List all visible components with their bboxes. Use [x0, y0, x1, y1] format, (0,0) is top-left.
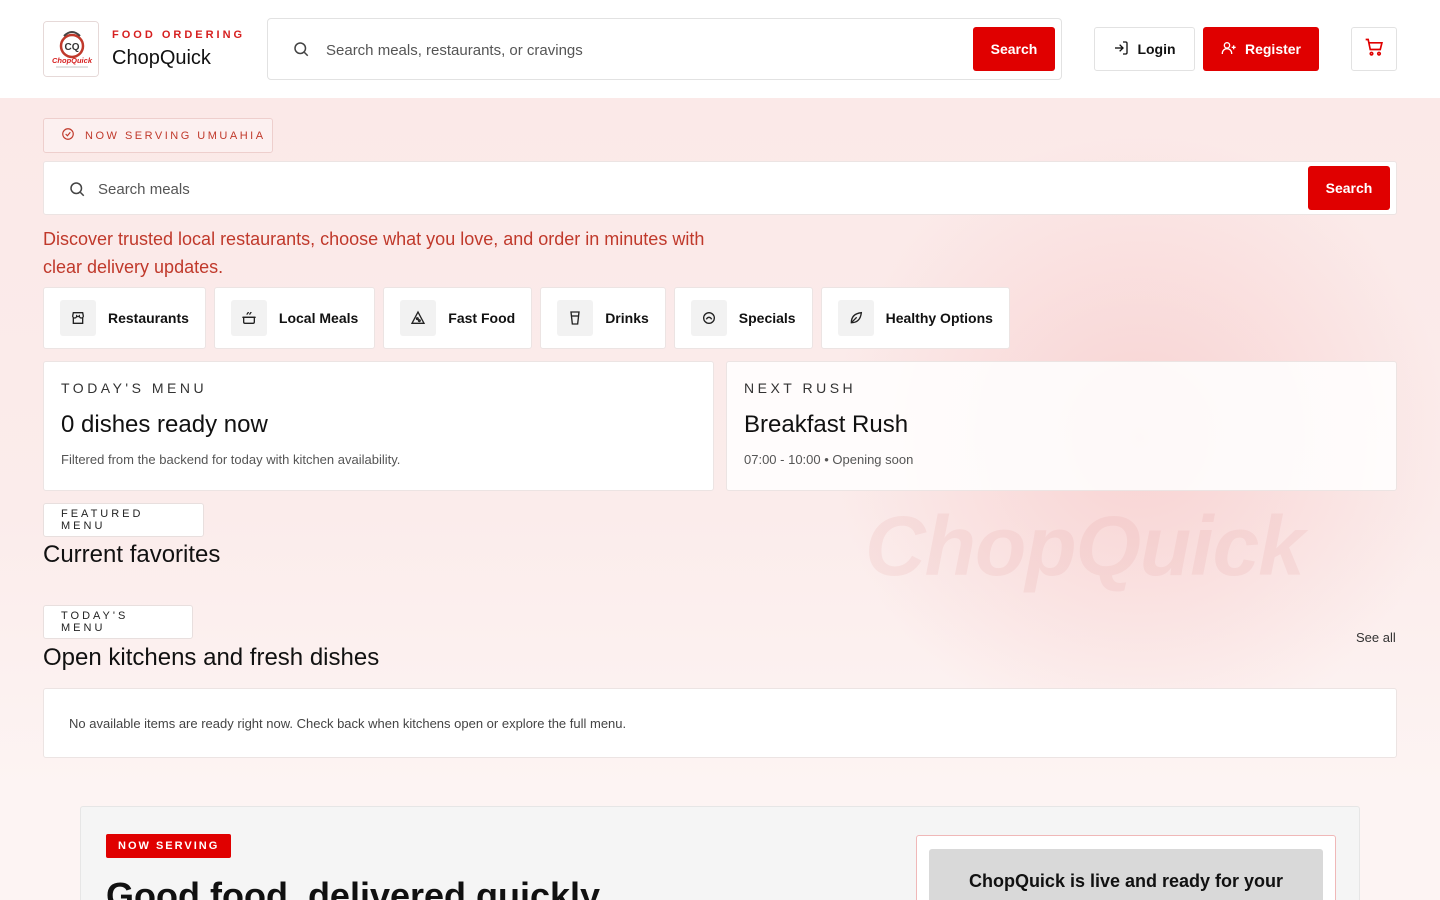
store-icon: [60, 300, 96, 336]
hero-search-button[interactable]: Search: [1308, 166, 1390, 210]
brand-kicker: FOOD ORDERING: [112, 29, 246, 41]
cup-icon: [557, 300, 594, 336]
hero-search-input[interactable]: [98, 177, 1278, 201]
category-label: Restaurants: [108, 310, 189, 326]
now-serving-label: NOW SERVING UMUAHIA: [85, 129, 266, 142]
search-icon: [68, 180, 86, 203]
category-label: Specials: [738, 310, 796, 326]
login-button[interactable]: Login: [1094, 27, 1195, 71]
pizza-icon: [400, 300, 437, 336]
live-status-card: ChopQuick is live and ready for your: [916, 835, 1336, 900]
category-drinks[interactable]: Drinks: [540, 287, 666, 349]
category-list: Restaurants Local Meals Fast Food Drinks…: [43, 287, 1010, 349]
cart-button[interactable]: [1351, 27, 1397, 71]
brand-name[interactable]: ChopQuick: [112, 47, 211, 70]
brand-logo[interactable]: CQ ChopQuick: [43, 21, 99, 77]
check-circle-icon: [61, 127, 75, 144]
user-plus-icon: [1221, 40, 1237, 59]
category-label: Local Meals: [278, 310, 359, 326]
card-kicker: NEXT RUSH: [744, 380, 857, 396]
empty-state-message: No available items are ready right now. …: [43, 688, 1397, 758]
hero-tagline: Discover trusted local restaurants, choo…: [43, 229, 705, 277]
category-specials[interactable]: Specials: [673, 287, 813, 349]
register-label: Register: [1244, 41, 1302, 57]
featured-menu-tag: FEATURED MENU: [43, 503, 204, 537]
next-rush-card: NEXT RUSH Breakfast Rush 07:00 - 10:00 •…: [726, 361, 1397, 491]
header-search-input[interactable]: [326, 37, 966, 63]
now-serving-badge: NOW SERVING: [106, 834, 232, 858]
promo-panel: NOW SERVING Good food, delivered quickly…: [80, 806, 1360, 900]
live-status-text: ChopQuick is live and ready for your: [929, 849, 1323, 900]
promo-title: Good food, delivered quickly: [106, 875, 601, 900]
search-icon: [292, 40, 310, 63]
todays-menu-card: TODAY'S MENU 0 dishes ready now Filtered…: [43, 361, 714, 491]
register-button[interactable]: Register: [1203, 27, 1319, 71]
category-healthy-options[interactable]: Healthy Options: [820, 287, 1010, 349]
logo-icon: CQ ChopQuick: [44, 22, 98, 76]
card-subtitle: 07:00 - 10:00 • Opening soon: [744, 452, 914, 467]
category-label: Drinks: [605, 310, 649, 326]
category-restaurants[interactable]: Restaurants: [43, 287, 206, 349]
hero-watermark: ChopQuick: [865, 499, 1305, 593]
svg-text:CQ: CQ: [65, 42, 80, 53]
card-subtitle: Filtered from the backend for today with…: [61, 452, 401, 467]
login-icon: [1113, 40, 1129, 59]
header-search-bar: Search: [267, 18, 1062, 80]
todays-menu-title: Open kitchens and fresh dishes: [43, 644, 380, 671]
category-fast-food[interactable]: Fast Food: [383, 287, 533, 349]
card-title: Breakfast Rush: [744, 411, 909, 438]
now-serving-pill: NOW SERVING UMUAHIA: [43, 118, 273, 153]
dish-icon: [690, 300, 727, 336]
login-label: Login: [1137, 41, 1176, 57]
site-header: CQ ChopQuick FOOD ORDERING ChopQuick Sea…: [0, 0, 1440, 98]
card-title: 0 dishes ready now: [61, 411, 268, 438]
see-all-link[interactable]: See all: [1356, 630, 1396, 645]
logo-text: ChopQuick: [52, 56, 93, 65]
cart-icon: [1364, 37, 1384, 62]
featured-title: Current favorites: [43, 541, 221, 568]
category-label: Fast Food: [448, 310, 516, 326]
header-search-button[interactable]: Search: [973, 27, 1055, 71]
card-kicker: TODAY'S MENU: [61, 380, 208, 396]
todays-menu-tag: TODAY'S MENU: [43, 605, 193, 639]
leaf-icon: [837, 300, 874, 336]
hero-search-bar: Search: [43, 161, 1397, 215]
category-local-meals[interactable]: Local Meals: [213, 287, 376, 349]
category-label: Healthy Options: [885, 310, 993, 326]
pot-icon: [230, 300, 267, 336]
